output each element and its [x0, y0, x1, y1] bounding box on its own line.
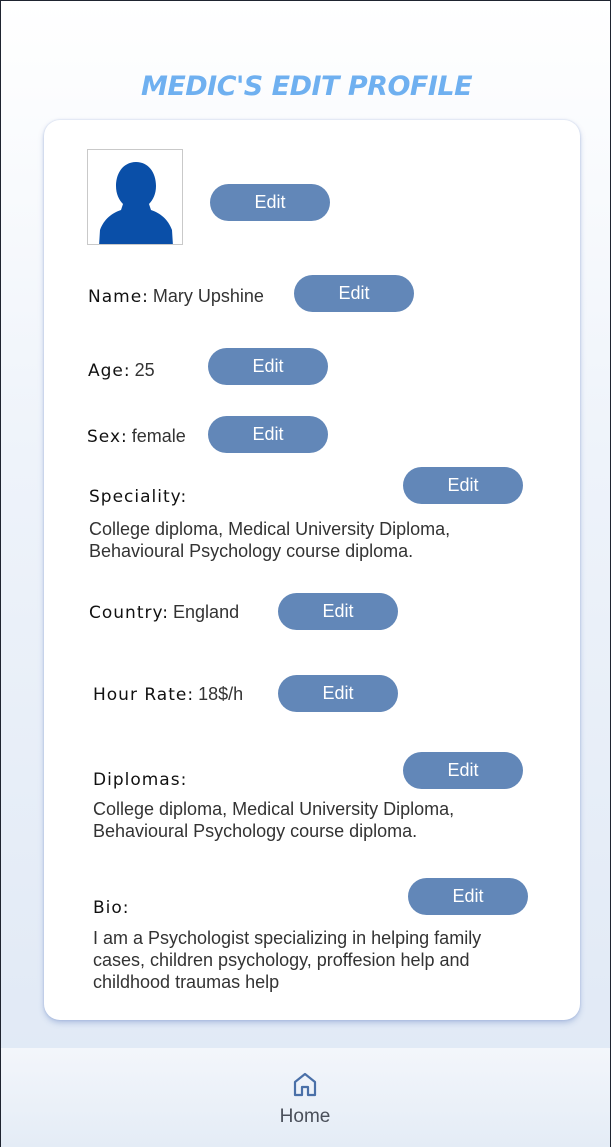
bottom-navigation: Home: [1, 1048, 610, 1147]
country-field: Country: England: [89, 602, 239, 623]
nav-home-label: Home: [279, 1106, 331, 1127]
speciality-line: College diploma, Medical University Dipl…: [89, 519, 451, 539]
edit-bio-button[interactable]: Edit: [408, 878, 528, 915]
diplomas-label: Diplomas:: [93, 770, 188, 790]
speciality-value: College diploma, Medical University Dipl…: [89, 518, 529, 562]
hour-rate-field: Hour Rate: 18$/h: [93, 684, 243, 705]
speciality-line: Behavioural Psychology course diploma.: [89, 541, 414, 561]
hour-rate-value: 18$/h: [198, 684, 244, 704]
edit-photo-button[interactable]: Edit: [210, 184, 330, 221]
home-icon: [293, 1072, 317, 1097]
edit-speciality-button[interactable]: Edit: [403, 467, 523, 504]
speciality-field: Speciality:: [89, 486, 187, 507]
user-silhouette-icon: [99, 162, 173, 244]
sex-value: female: [131, 426, 186, 446]
profile-photo: [87, 149, 183, 245]
edit-sex-button[interactable]: Edit: [208, 416, 328, 453]
edit-country-button[interactable]: Edit: [278, 593, 398, 630]
country-value: England: [173, 602, 240, 622]
nav-home[interactable]: Home: [269, 1070, 341, 1134]
name-value: Mary Upshine: [152, 286, 264, 306]
diplomas-field: Diplomas:: [93, 769, 187, 790]
edit-name-button[interactable]: Edit: [294, 275, 414, 312]
bio-line: I am a Psychologist specializing in help…: [93, 928, 482, 948]
diplomas-line: College diploma, Medical University Dipl…: [93, 799, 455, 819]
age-value: 25: [134, 360, 155, 380]
diplomas-value: College diploma, Medical University Dipl…: [93, 798, 533, 842]
bio-line: cases, children psychology, proffesion h…: [93, 950, 470, 970]
sex-field: Sex: female: [87, 426, 186, 447]
speciality-label: Speciality:: [89, 487, 188, 507]
edit-diplomas-button[interactable]: Edit: [403, 752, 523, 789]
diplomas-line: Behavioural Psychology course diploma.: [93, 821, 418, 841]
hour-rate-label: Hour Rate:: [93, 685, 195, 705]
country-label: Country:: [89, 603, 170, 623]
bio-value: I am a Psychologist specializing in help…: [93, 927, 563, 993]
sex-label: Sex:: [87, 427, 128, 447]
age-field: Age: 25: [88, 360, 155, 381]
bio-field: Bio:: [93, 897, 130, 918]
age-label: Age:: [88, 361, 131, 381]
edit-age-button[interactable]: Edit: [208, 348, 328, 385]
bio-line: childhood traumas help: [93, 972, 280, 992]
profile-card: Edit Name: Mary Upshine Edit Age: 25 Edit …: [44, 120, 580, 1020]
bio-label: Bio:: [93, 898, 130, 918]
page-title: Medic's Edit Profile: [140, 71, 473, 102]
edit-hour-rate-button[interactable]: Edit: [278, 675, 398, 712]
name-label: Name:: [88, 287, 149, 307]
name-field: Name: Mary Upshine: [88, 286, 264, 307]
